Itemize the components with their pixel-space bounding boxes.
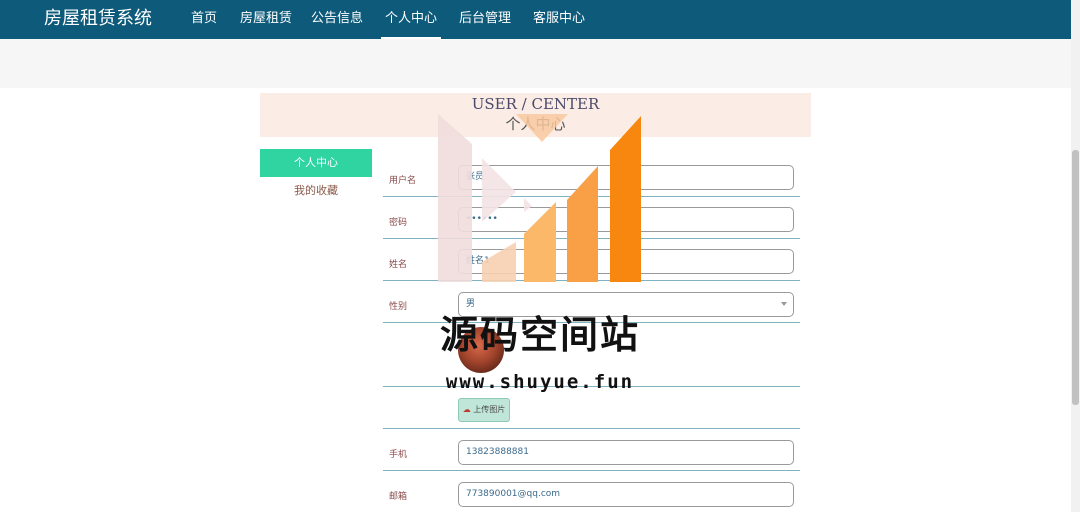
watermark-url: www.shuyue.fun [445, 371, 635, 393]
nav-house-rental[interactable]: 房屋租赁 [237, 10, 295, 39]
phone-input[interactable]: 13823888881 [458, 440, 794, 465]
sidebar-item-favorites[interactable]: 我的收藏 [260, 178, 372, 204]
form-row-phone: 手机 13823888881 [383, 429, 800, 471]
nav-home[interactable]: 首页 [188, 10, 220, 39]
scrollbar-thumb[interactable] [1072, 150, 1079, 405]
form-row-email: 邮箱 773890001@qq.com [383, 471, 800, 513]
banner-band [0, 39, 1071, 88]
watermark-text: 源码空间站 [439, 313, 640, 357]
phone-label: 手机 [389, 450, 408, 460]
cloud-upload-icon: ☁ [462, 405, 471, 414]
nav-user-center[interactable]: 个人中心 [381, 10, 441, 39]
chevron-down-icon [781, 302, 787, 306]
gender-select-value: 男 [466, 299, 476, 309]
upload-image-button[interactable]: ☁ 上传图片 [458, 398, 510, 422]
email-input[interactable]: 773890001@qq.com [458, 482, 794, 507]
name-label: 姓名 [389, 260, 408, 270]
password-label: 密码 [389, 218, 408, 228]
nav-admin[interactable]: 后台管理 [456, 10, 514, 39]
nav-announcements[interactable]: 公告信息 [308, 10, 366, 39]
upload-image-label: 上传图片 [473, 405, 506, 414]
page-scrollbar[interactable] [1071, 0, 1080, 512]
nav-customer-service[interactable]: 客服中心 [530, 10, 588, 39]
section-title-en: USER / CENTER [471, 95, 600, 113]
top-navbar: 房屋租赁系统 首页 房屋租赁 公告信息 个人中心 后台管理 客服中心 [0, 0, 1071, 39]
site-brand[interactable]: 房屋租赁系统 [44, 8, 152, 30]
watermark-logo [438, 114, 641, 282]
username-label: 用户名 [389, 176, 417, 186]
gender-label: 性别 [389, 302, 408, 312]
email-label: 邮箱 [389, 492, 408, 502]
sidebar-item-user-center[interactable]: 个人中心 [260, 149, 372, 177]
